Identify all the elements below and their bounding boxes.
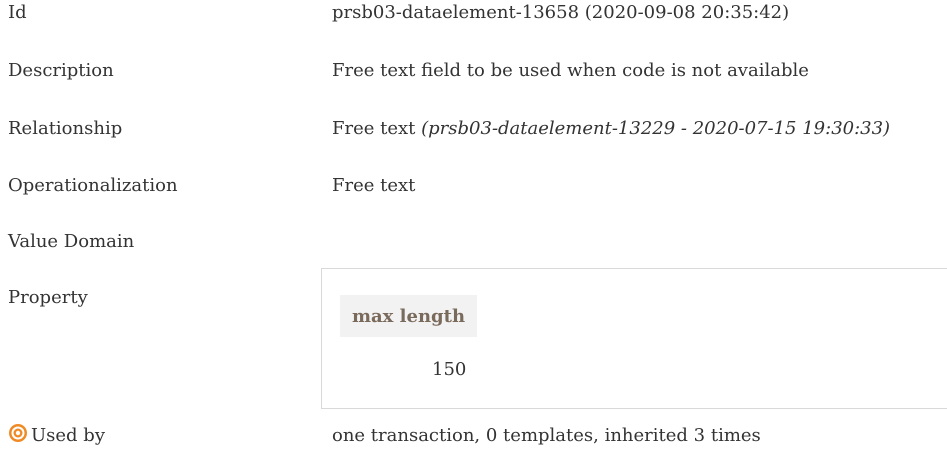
description-label: Description xyxy=(8,60,114,81)
max-length-header: max length xyxy=(340,295,477,337)
description-value: Free text field to be used when code is … xyxy=(332,60,809,81)
used-by-label: Used by xyxy=(31,425,105,446)
value-domain-label: Value Domain xyxy=(8,231,135,252)
relationship-value: Free text (prsb03-dataelement-13229 - 20… xyxy=(332,118,890,139)
operationalization-value: Free text xyxy=(332,175,416,196)
id-label: Id xyxy=(8,2,27,23)
target-icon xyxy=(9,424,27,442)
property-table: max length 150 xyxy=(321,268,947,409)
max-length-value: 150 xyxy=(432,359,467,380)
relationship-text: Free text xyxy=(332,118,416,139)
relationship-reference: (prsb03-dataelement-13229 - 2020-07-15 1… xyxy=(421,118,891,139)
id-value: prsb03-dataelement-13658 (2020-09-08 20:… xyxy=(332,2,790,23)
relationship-label: Relationship xyxy=(8,118,123,139)
operationalization-label: Operationalization xyxy=(8,175,178,196)
used-by-value: one transaction, 0 templates, inherited … xyxy=(332,425,761,446)
property-label: Property xyxy=(8,287,88,308)
